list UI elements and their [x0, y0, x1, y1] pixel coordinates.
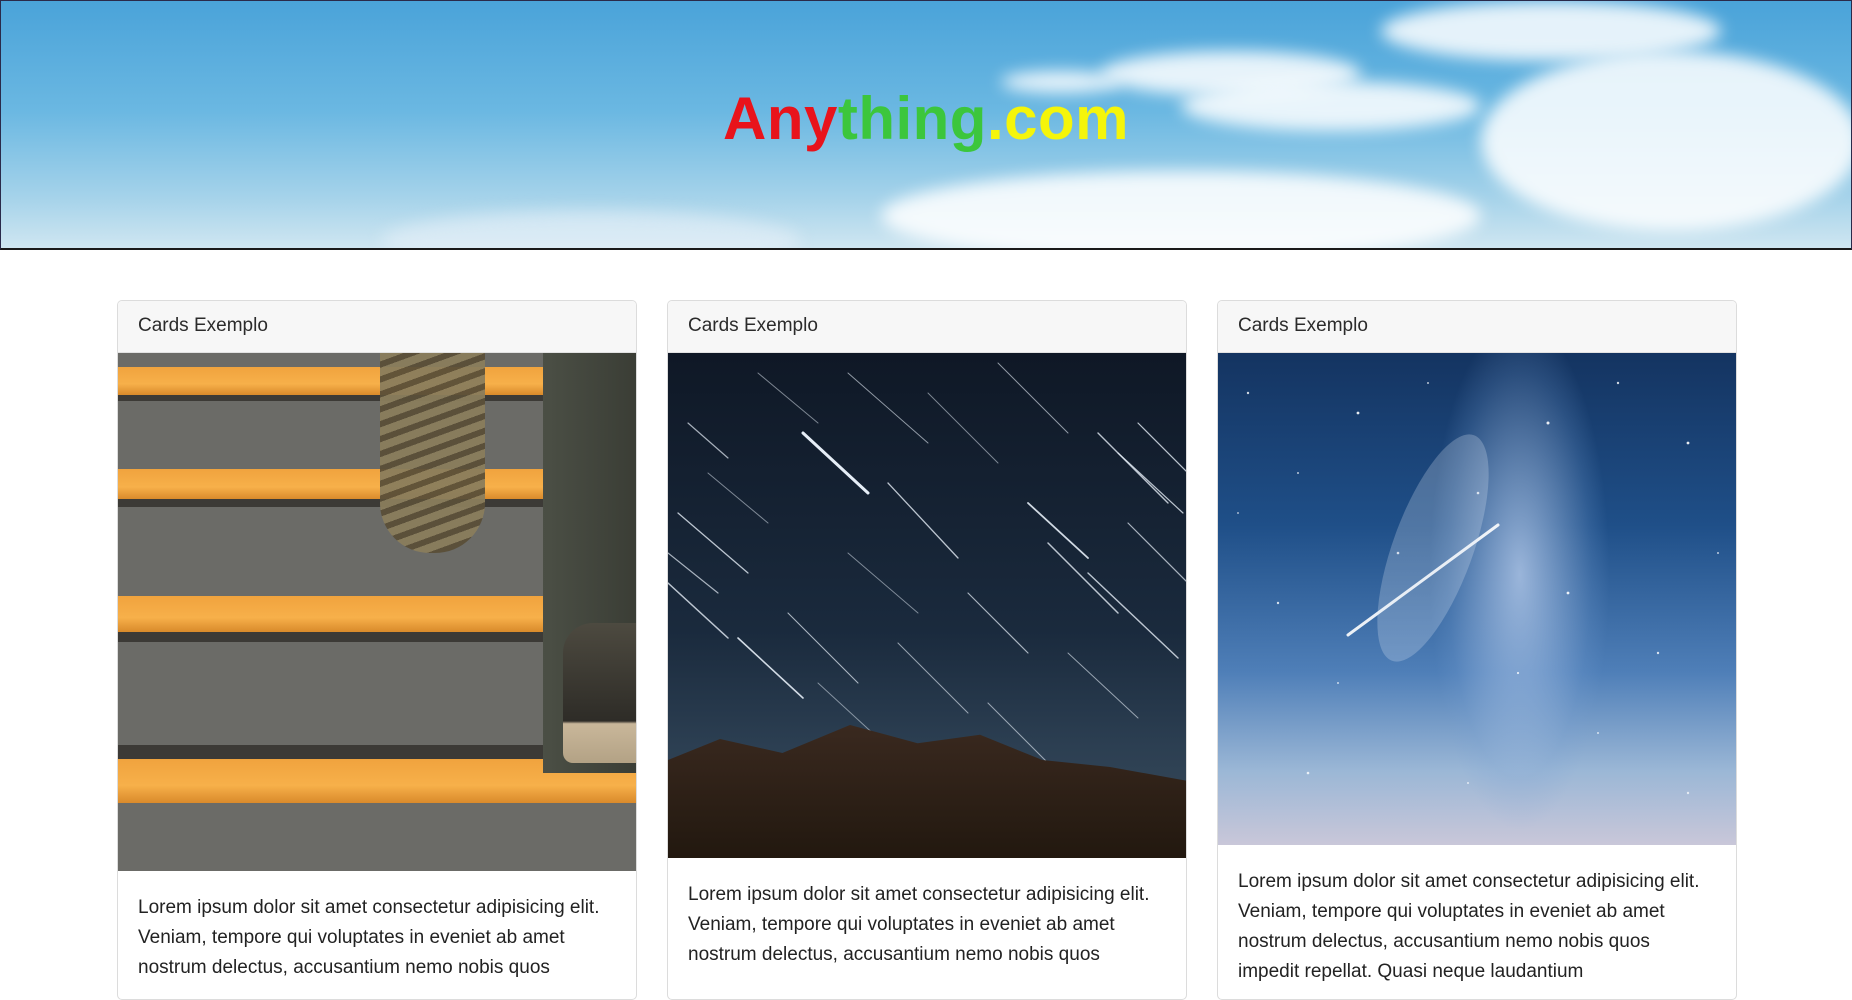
card-text: Lorem ipsum dolor sit amet consectetur a…: [688, 884, 1150, 965]
card: Cards Exemplo Lorem ipsum dolor sit amet…: [1217, 300, 1737, 1000]
card-text: Lorem ipsum dolor sit amet consectetur a…: [138, 897, 600, 978]
card: Cards Exemplo Lorem ipsum dolor sit amet…: [117, 300, 637, 1000]
card-title: Cards Exemplo: [118, 301, 636, 353]
cloud: [381, 211, 801, 248]
card-title: Cards Exemplo: [668, 301, 1186, 353]
cloud: [881, 171, 1481, 248]
card-text: Lorem ipsum dolor sit amet consectetur a…: [1238, 871, 1700, 982]
star-trails-photo: [668, 353, 1186, 858]
logo-part-2: thing: [837, 85, 987, 152]
card: Cards Exemplo Lorem ipsum dolor sit amet…: [667, 300, 1187, 1000]
cards-grid: Cards Exemplo Lorem ipsum dolor sit amet…: [117, 300, 1737, 1000]
logo-part-1: Any: [722, 85, 838, 152]
stairs-photo: [118, 353, 636, 871]
site-logo[interactable]: Anything.com: [1, 89, 1851, 149]
logo-part-3: .com: [986, 85, 1129, 152]
card-title: Cards Exemplo: [1218, 301, 1736, 353]
hero-banner: Anything.com: [0, 0, 1852, 250]
milky-way-photo: [1218, 353, 1736, 845]
